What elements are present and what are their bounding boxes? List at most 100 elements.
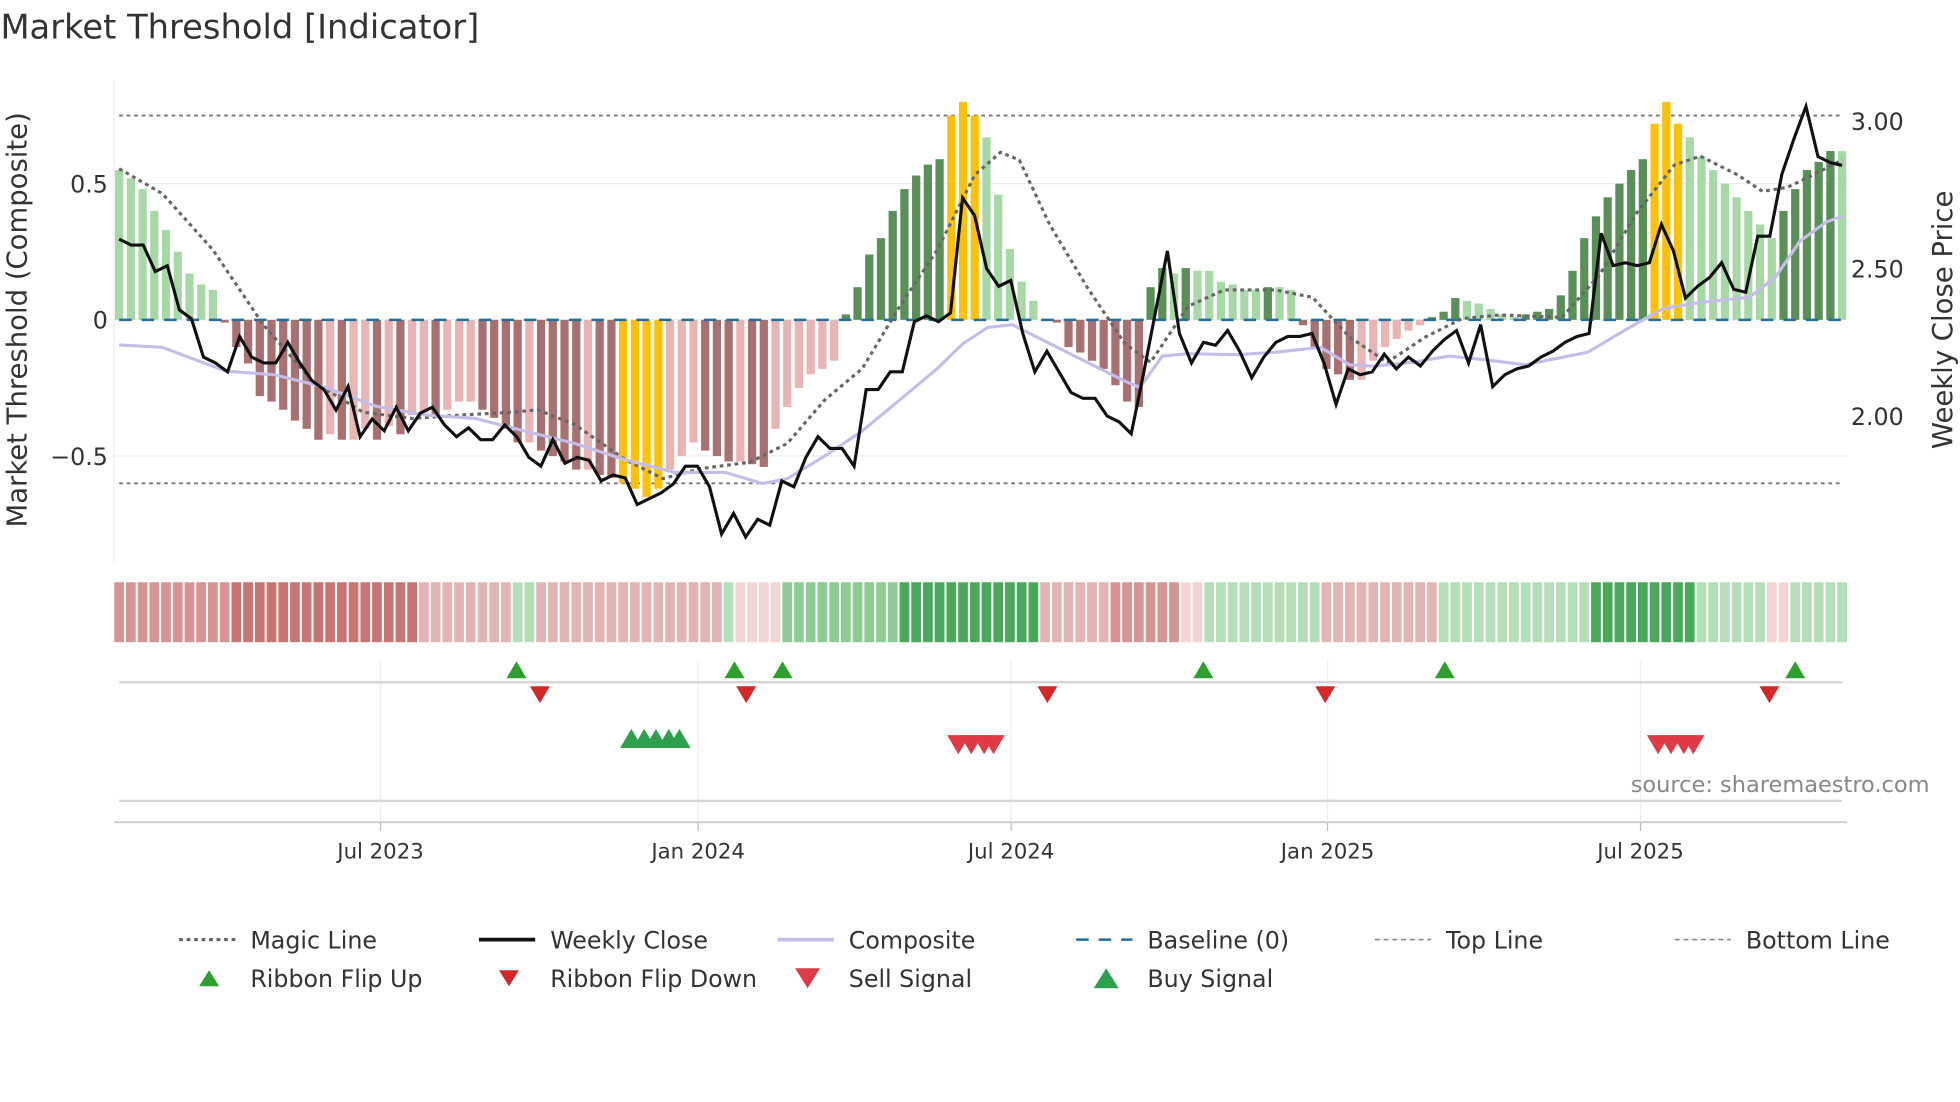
ribbon-cell <box>290 582 300 643</box>
ribbon-cell <box>1016 582 1027 643</box>
ribbon-cell <box>923 582 933 643</box>
legend-label: Bottom Line <box>1746 926 1890 954</box>
y2-axis-label: Weekly Close Price <box>1927 191 1959 449</box>
ribbon-cell <box>1731 582 1742 643</box>
composite-bar <box>548 319 557 457</box>
composite-bar <box>419 319 429 413</box>
ribbon-cell <box>1509 582 1519 643</box>
ribbon-cell <box>1380 582 1390 643</box>
composite-bar <box>876 238 886 320</box>
ribbon-cell <box>208 582 218 643</box>
y-axis-label: Market Threshold (Composite) <box>2 112 34 527</box>
ribbon-cell <box>325 582 335 643</box>
composite-bar <box>1802 170 1812 320</box>
ribbon-cell <box>958 582 968 643</box>
ribbon-cell <box>1286 582 1297 643</box>
ribbon-cell <box>1555 582 1566 643</box>
ribbon-cell <box>805 582 816 643</box>
legend-marker-icon <box>795 968 821 989</box>
ribbon-cell <box>1684 582 1695 643</box>
composite-bar <box>1392 319 1401 339</box>
y-tick-label: 0.5 <box>70 170 108 198</box>
ribbon-cell <box>1485 582 1496 643</box>
ribbon-cell <box>887 582 898 643</box>
composite-bar <box>1416 319 1425 326</box>
composite-bar <box>1837 150 1847 320</box>
legend-label: Weekly Close <box>550 926 708 954</box>
ribbon-cell <box>559 582 570 643</box>
composite-bar <box>1568 270 1577 320</box>
ribbon-cell <box>1567 582 1578 643</box>
composite-bar <box>1627 170 1636 320</box>
ribbon-cell <box>629 582 640 643</box>
ribbon-cell <box>747 582 757 643</box>
legend-label: Buy Signal <box>1147 965 1273 993</box>
ribbon-cell <box>301 582 312 643</box>
ribbon-flip-down-marker <box>1759 686 1780 704</box>
ribbon-cell <box>1661 582 1672 643</box>
ribbon-cell <box>1766 582 1777 643</box>
ribbon-flip-up-marker <box>724 661 745 679</box>
ribbon-cell <box>161 582 171 643</box>
ribbon-cell <box>196 582 207 643</box>
ribbon-cell <box>1321 582 1332 643</box>
legend-item-magic-line: Magic Line <box>179 926 377 954</box>
ribbon-cell <box>1415 582 1426 643</box>
ribbon-cell <box>1427 582 1437 643</box>
ribbon-flip-down-marker <box>1315 686 1336 704</box>
legend-item-ribbon-flip-down: Ribbon Flip Down <box>498 965 757 993</box>
composite-bar <box>1193 270 1202 320</box>
composite-bar <box>197 284 206 320</box>
composite-bar <box>654 319 663 489</box>
composite-bar <box>185 273 194 320</box>
composite-bar <box>1826 150 1835 320</box>
ribbon-cell <box>1075 582 1086 643</box>
composite-bar <box>325 319 335 435</box>
ribbon-cell <box>313 582 324 643</box>
y2-tick-label: 3.00 <box>1851 108 1904 136</box>
composite-bar <box>689 319 698 443</box>
composite-bar <box>408 319 417 416</box>
composite-bar <box>1251 289 1261 320</box>
y2-tick-label: 2.50 <box>1851 255 1904 283</box>
ribbon-cell <box>770 582 781 643</box>
legend-item-baseline-0: Baseline (0) <box>1076 926 1289 954</box>
composite-bar <box>208 289 218 320</box>
ribbon-cell <box>1403 582 1414 643</box>
ribbon-cell <box>442 582 453 643</box>
ribbon-cell <box>1098 582 1109 643</box>
ribbon-cell <box>571 582 582 643</box>
ribbon-cell <box>360 582 371 643</box>
composite-bar <box>126 178 135 320</box>
legend-label: Baseline (0) <box>1147 926 1289 954</box>
composite-bar <box>513 319 522 443</box>
y-tick-label: −0.5 <box>50 443 108 471</box>
chart-title: Market Threshold [Indicator] <box>0 8 479 47</box>
ribbon-strip <box>114 582 1847 643</box>
composite-bar <box>466 319 475 402</box>
ribbon-cell <box>606 582 617 643</box>
ribbon-cell <box>114 582 125 643</box>
composite-bar <box>982 137 991 320</box>
ribbon-cell <box>254 582 265 643</box>
composite-bar <box>1650 123 1659 320</box>
ribbon-cell <box>1298 582 1308 643</box>
ribbon-cell <box>419 582 429 643</box>
ribbon-cell <box>395 582 406 643</box>
composite-bar <box>1099 319 1108 369</box>
ribbon-cell <box>1204 582 1215 643</box>
ribbon-cell <box>536 582 546 643</box>
ribbon-cell <box>934 582 945 643</box>
ribbon-cell <box>1602 582 1613 643</box>
ribbon-cell <box>1462 582 1472 643</box>
ribbon-cell <box>266 582 277 643</box>
composite-bar <box>1709 170 1718 320</box>
ribbon-cell <box>829 582 839 643</box>
ribbon-cell <box>1216 582 1226 643</box>
ribbon-cell <box>1227 582 1238 643</box>
legend-marker-icon <box>199 970 220 987</box>
ribbon-cell <box>911 582 922 643</box>
ribbon-cell <box>126 582 136 643</box>
y-tick-label: 0 <box>93 307 108 335</box>
x-tick-label: Jul 2025 <box>1595 839 1683 864</box>
